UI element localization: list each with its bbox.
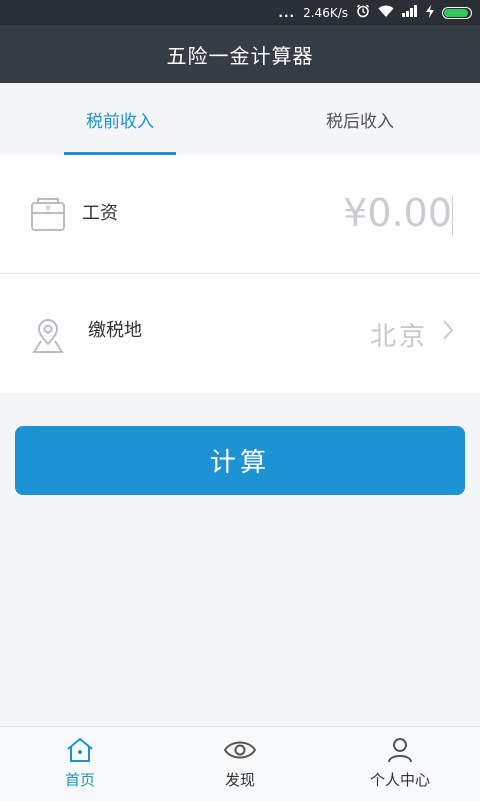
tax-location-value[interactable]: 北京 <box>370 316 428 353</box>
home-icon <box>65 737 95 769</box>
alarm-icon <box>356 4 370 21</box>
status-dots: ... <box>278 5 296 20</box>
chevron-right-icon <box>442 319 454 345</box>
app-bar: 五险一金计算器 <box>0 25 480 83</box>
nav-item-home[interactable]: 首页 <box>0 727 160 801</box>
tax-location-label: 缴税地 <box>88 320 142 341</box>
charging-icon <box>426 4 434 21</box>
battery-icon <box>442 6 472 19</box>
nav-item-discover[interactable]: 发现 <box>160 727 320 801</box>
nav-label: 首页 <box>64 771 95 789</box>
network-speed: 2.46K/s <box>303 5 348 20</box>
tax-location-row[interactable]: 缴税地 北京 <box>0 274 480 392</box>
status-bar: ... 2.46K/s <box>0 0 480 25</box>
salary-input[interactable]: ¥0.00 <box>343 191 452 235</box>
tab-label: 税前收入 <box>86 111 154 132</box>
income-tabs: 税前收入 税后收入 <box>0 83 480 155</box>
svg-text:¥: ¥ <box>45 204 51 214</box>
tab-label: 税后收入 <box>326 111 394 132</box>
salary-label: 工资 <box>82 203 118 224</box>
eye-icon <box>223 737 257 769</box>
status-bar-right: ... 2.46K/s <box>278 0 472 25</box>
salary-row[interactable]: ¥ 工资 ¥0.00 <box>0 155 480 274</box>
map-pin-icon <box>30 318 66 358</box>
nav-label: 发现 <box>224 771 255 789</box>
nav-label: 个人中心 <box>369 771 430 789</box>
wifi-icon <box>378 5 394 21</box>
form-card: ¥ 工资 ¥0.00 缴税地 北京 <box>0 155 480 393</box>
text-cursor <box>452 195 453 235</box>
page-title: 五险一金计算器 <box>166 43 314 68</box>
tab-after-tax-income[interactable]: 税后收入 <box>240 83 480 155</box>
tab-pre-tax-income[interactable]: 税前收入 <box>0 83 240 155</box>
signal-icon <box>402 5 418 20</box>
wallet-icon: ¥ <box>30 197 66 237</box>
user-icon <box>386 737 414 769</box>
nav-item-profile[interactable]: 个人中心 <box>320 727 480 801</box>
bottom-nav: 首页 发现 个人中心 <box>0 726 480 801</box>
calculate-button[interactable]: 计算 <box>15 426 465 495</box>
